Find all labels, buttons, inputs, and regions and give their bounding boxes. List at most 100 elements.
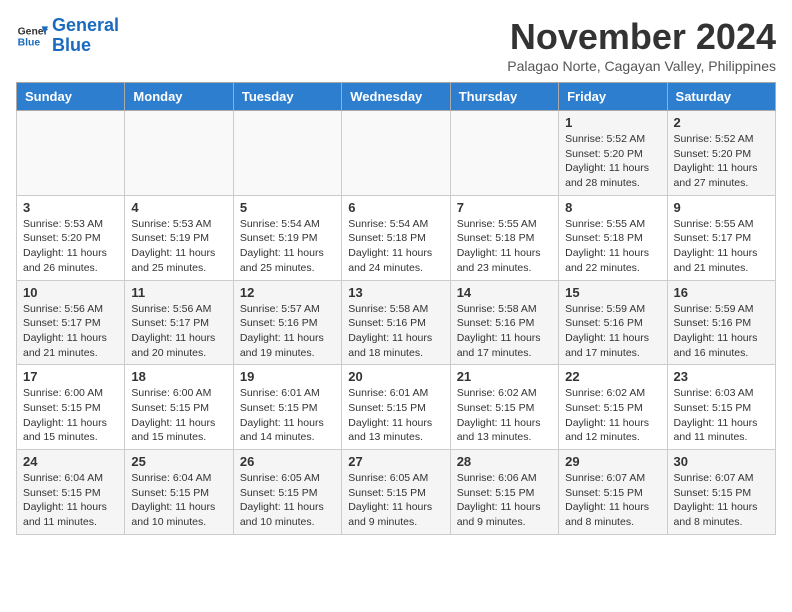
day-info: Sunrise: 6:01 AM Sunset: 5:15 PM Dayligh… xyxy=(240,386,335,445)
day-info: Sunrise: 5:59 AM Sunset: 5:16 PM Dayligh… xyxy=(674,302,769,361)
day-info: Sunrise: 6:04 AM Sunset: 5:15 PM Dayligh… xyxy=(131,471,226,530)
day-number: 25 xyxy=(131,454,226,469)
day-info: Sunrise: 5:55 AM Sunset: 5:18 PM Dayligh… xyxy=(565,217,660,276)
calendar-week-row: 1 Sunrise: 5:52 AM Sunset: 5:20 PM Daylig… xyxy=(17,111,776,196)
calendar-cell xyxy=(233,111,341,196)
calendar-cell: 23 Sunrise: 6:03 AM Sunset: 5:15 PM Dayli… xyxy=(667,365,775,450)
day-number: 9 xyxy=(674,200,769,215)
calendar-cell: 8Sunrise: 5:55 AM Sunset: 5:18 PM Daylig… xyxy=(559,195,667,280)
day-number: 15 xyxy=(565,285,660,300)
day-info: Sunrise: 6:04 AM Sunset: 5:15 PM Dayligh… xyxy=(23,471,118,530)
calendar-cell: 16 Sunrise: 5:59 AM Sunset: 5:16 PM Dayli… xyxy=(667,280,775,365)
calendar-cell: 10Sunrise: 5:56 AM Sunset: 5:17 PM Dayli… xyxy=(17,280,125,365)
calendar-cell: 24 Sunrise: 6:04 AM Sunset: 5:15 PM Dayli… xyxy=(17,450,125,535)
day-info: Sunrise: 6:00 AM Sunset: 5:15 PM Dayligh… xyxy=(23,386,118,445)
calendar-cell: 22 Sunrise: 6:02 AM Sunset: 5:15 PM Dayli… xyxy=(559,365,667,450)
day-info: Sunrise: 6:07 AM Sunset: 5:15 PM Dayligh… xyxy=(565,471,660,530)
calendar-cell xyxy=(17,111,125,196)
calendar-cell: 25 Sunrise: 6:04 AM Sunset: 5:15 PM Dayli… xyxy=(125,450,233,535)
day-info: Sunrise: 6:02 AM Sunset: 5:15 PM Dayligh… xyxy=(565,386,660,445)
calendar-cell: 12Sunrise: 5:57 AM Sunset: 5:16 PM Dayli… xyxy=(233,280,341,365)
day-number: 5 xyxy=(240,200,335,215)
month-title: November 2024 xyxy=(507,16,776,58)
calendar-body: 1 Sunrise: 5:52 AM Sunset: 5:20 PM Daylig… xyxy=(17,111,776,535)
day-number: 21 xyxy=(457,369,552,384)
logo: General Blue GeneralBlue xyxy=(16,16,119,56)
calendar-cell xyxy=(125,111,233,196)
day-info: Sunrise: 5:55 AM Sunset: 5:18 PM Dayligh… xyxy=(457,217,552,276)
day-info: Sunrise: 5:54 AM Sunset: 5:19 PM Dayligh… xyxy=(240,217,335,276)
day-number: 23 xyxy=(674,369,769,384)
calendar-cell: 29 Sunrise: 6:07 AM Sunset: 5:15 PM Dayli… xyxy=(559,450,667,535)
day-info: Sunrise: 6:01 AM Sunset: 5:15 PM Dayligh… xyxy=(348,386,443,445)
calendar-cell: 11 Sunrise: 5:56 AM Sunset: 5:17 PM Dayli… xyxy=(125,280,233,365)
col-saturday: Saturday xyxy=(667,83,775,111)
day-number: 6 xyxy=(348,200,443,215)
calendar-cell: 30 Sunrise: 6:07 AM Sunset: 5:15 PM Dayli… xyxy=(667,450,775,535)
day-info: Sunrise: 5:53 AM Sunset: 5:20 PM Dayligh… xyxy=(23,217,118,276)
calendar-week-row: 3 Sunrise: 5:53 AM Sunset: 5:20 PM Daylig… xyxy=(17,195,776,280)
day-info: Sunrise: 6:06 AM Sunset: 5:15 PM Dayligh… xyxy=(457,471,552,530)
calendar-cell: 27 Sunrise: 6:05 AM Sunset: 5:15 PM Dayli… xyxy=(342,450,450,535)
day-number: 18 xyxy=(131,369,226,384)
day-number: 10 xyxy=(23,285,118,300)
col-thursday: Thursday xyxy=(450,83,558,111)
calendar-cell: 1 Sunrise: 5:52 AM Sunset: 5:20 PM Daylig… xyxy=(559,111,667,196)
calendar-cell: 4 Sunrise: 5:53 AM Sunset: 5:19 PM Daylig… xyxy=(125,195,233,280)
day-info: Sunrise: 5:57 AM Sunset: 5:16 PM Dayligh… xyxy=(240,302,335,361)
day-number: 13 xyxy=(348,285,443,300)
calendar-table: Sunday Monday Tuesday Wednesday Thursday… xyxy=(16,82,776,535)
calendar-cell: 7 Sunrise: 5:55 AM Sunset: 5:18 PM Daylig… xyxy=(450,195,558,280)
day-info: Sunrise: 6:07 AM Sunset: 5:15 PM Dayligh… xyxy=(674,471,769,530)
day-info: Sunrise: 5:52 AM Sunset: 5:20 PM Dayligh… xyxy=(565,132,660,191)
day-number: 7 xyxy=(457,200,552,215)
day-number: 2 xyxy=(674,115,769,130)
day-info: Sunrise: 5:53 AM Sunset: 5:19 PM Dayligh… xyxy=(131,217,226,276)
calendar-week-row: 24 Sunrise: 6:04 AM Sunset: 5:15 PM Dayli… xyxy=(17,450,776,535)
day-number: 16 xyxy=(674,285,769,300)
col-sunday: Sunday xyxy=(17,83,125,111)
calendar-cell: 26 Sunrise: 6:05 AM Sunset: 5:15 PM Dayli… xyxy=(233,450,341,535)
calendar-cell: 21 Sunrise: 6:02 AM Sunset: 5:15 PM Dayli… xyxy=(450,365,558,450)
location-subtitle: Palagao Norte, Cagayan Valley, Philippin… xyxy=(507,58,776,74)
day-number: 19 xyxy=(240,369,335,384)
day-info: Sunrise: 5:59 AM Sunset: 5:16 PM Dayligh… xyxy=(565,302,660,361)
day-info: Sunrise: 5:58 AM Sunset: 5:16 PM Dayligh… xyxy=(457,302,552,361)
day-number: 17 xyxy=(23,369,118,384)
col-monday: Monday xyxy=(125,83,233,111)
day-info: Sunrise: 6:05 AM Sunset: 5:15 PM Dayligh… xyxy=(240,471,335,530)
day-info: Sunrise: 5:56 AM Sunset: 5:17 PM Dayligh… xyxy=(131,302,226,361)
day-info: Sunrise: 5:52 AM Sunset: 5:20 PM Dayligh… xyxy=(674,132,769,191)
calendar-cell: 17 Sunrise: 6:00 AM Sunset: 5:15 PM Dayli… xyxy=(17,365,125,450)
day-number: 20 xyxy=(348,369,443,384)
svg-text:Blue: Blue xyxy=(18,37,41,48)
calendar-cell: 19 Sunrise: 6:01 AM Sunset: 5:15 PM Dayli… xyxy=(233,365,341,450)
calendar-cell: 3 Sunrise: 5:53 AM Sunset: 5:20 PM Daylig… xyxy=(17,195,125,280)
calendar-header-row: Sunday Monday Tuesday Wednesday Thursday… xyxy=(17,83,776,111)
logo-text: GeneralBlue xyxy=(52,16,119,56)
day-number: 4 xyxy=(131,200,226,215)
day-info: Sunrise: 5:58 AM Sunset: 5:16 PM Dayligh… xyxy=(348,302,443,361)
col-wednesday: Wednesday xyxy=(342,83,450,111)
day-number: 22 xyxy=(565,369,660,384)
day-number: 30 xyxy=(674,454,769,469)
calendar-cell: 14Sunrise: 5:58 AM Sunset: 5:16 PM Dayli… xyxy=(450,280,558,365)
day-number: 1 xyxy=(565,115,660,130)
day-info: Sunrise: 6:02 AM Sunset: 5:15 PM Dayligh… xyxy=(457,386,552,445)
col-friday: Friday xyxy=(559,83,667,111)
day-number: 24 xyxy=(23,454,118,469)
day-info: Sunrise: 6:05 AM Sunset: 5:15 PM Dayligh… xyxy=(348,471,443,530)
day-info: Sunrise: 6:03 AM Sunset: 5:15 PM Dayligh… xyxy=(674,386,769,445)
day-number: 3 xyxy=(23,200,118,215)
calendar-cell: 28 Sunrise: 6:06 AM Sunset: 5:15 PM Dayli… xyxy=(450,450,558,535)
calendar-cell: 6Sunrise: 5:54 AM Sunset: 5:18 PM Daylig… xyxy=(342,195,450,280)
day-number: 29 xyxy=(565,454,660,469)
calendar-cell: 5 Sunrise: 5:54 AM Sunset: 5:19 PM Daylig… xyxy=(233,195,341,280)
day-number: 11 xyxy=(131,285,226,300)
calendar-cell: 20 Sunrise: 6:01 AM Sunset: 5:15 PM Dayli… xyxy=(342,365,450,450)
day-number: 26 xyxy=(240,454,335,469)
day-number: 27 xyxy=(348,454,443,469)
calendar-cell: 18Sunrise: 6:00 AM Sunset: 5:15 PM Dayli… xyxy=(125,365,233,450)
day-number: 28 xyxy=(457,454,552,469)
col-tuesday: Tuesday xyxy=(233,83,341,111)
